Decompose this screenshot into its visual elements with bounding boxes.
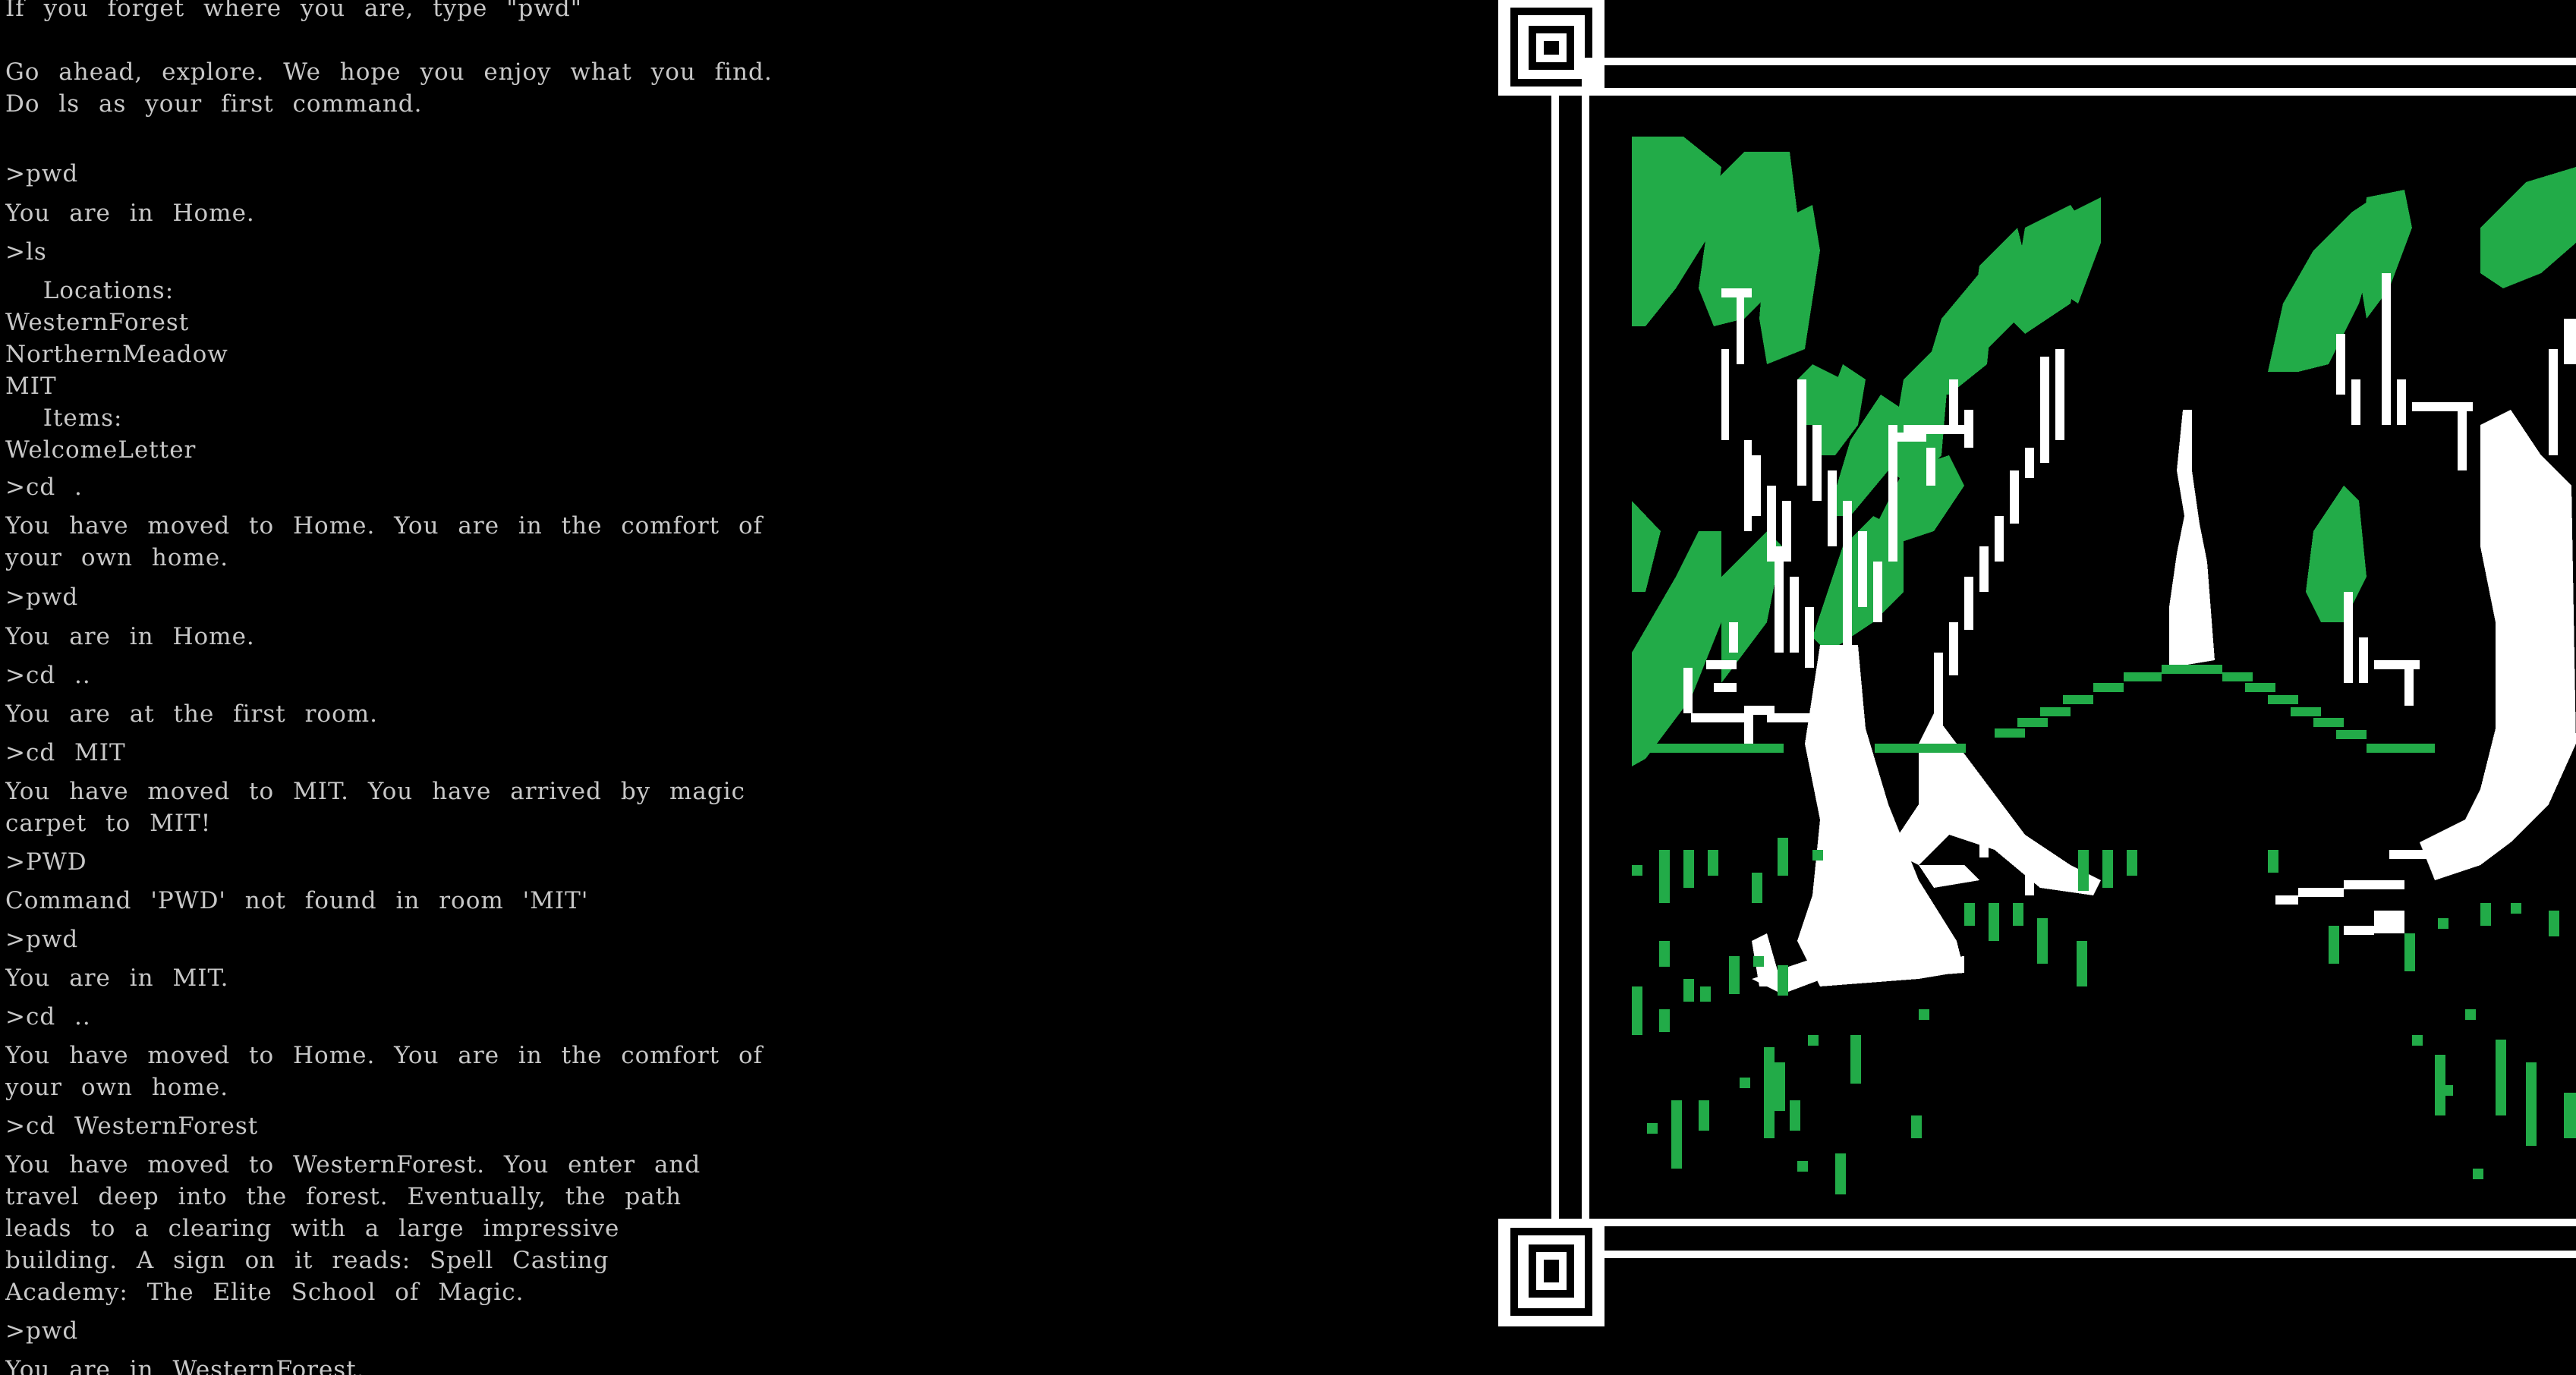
terminal-line: carpet to MIT! xyxy=(5,810,212,837)
terminal-output: If you forget where you are, type "pwd" … xyxy=(5,0,1447,1375)
terminal-line: You are in WesternForest. xyxy=(5,1356,365,1375)
terminal-line: Go ahead, explore. We hope you enjoy wha… xyxy=(5,58,773,86)
terminal-line: Items: xyxy=(5,404,123,432)
terminal-prompt: >cd MIT xyxy=(5,739,126,766)
terminal-line: You are in Home. xyxy=(5,200,255,227)
terminal-line: You are at the first room. xyxy=(5,700,378,728)
terminal-line: You are in Home. xyxy=(5,623,255,650)
terminal-prompt: >cd . xyxy=(5,474,83,501)
terminal-prompt: >pwd xyxy=(5,926,79,953)
terminal-line: You have moved to Home. You are in the c… xyxy=(5,512,764,540)
terminal-prompt: >pwd xyxy=(5,160,79,187)
terminal-line: your own home. xyxy=(5,544,229,571)
terminal-line: travel deep into the forest. Eventually,… xyxy=(5,1183,682,1210)
frame-corner-top-left xyxy=(1498,0,1604,96)
terminal-prompt: >ls xyxy=(5,238,47,266)
terminal-line: You have moved to WesternForest. You ent… xyxy=(5,1151,701,1178)
terminal-line: Academy: The Elite School of Magic. xyxy=(5,1279,524,1306)
terminal-line: Locations: xyxy=(5,277,175,304)
terminal-line: If you forget where you are, type "pwd" xyxy=(5,0,582,22)
terminal-prompt: >pwd xyxy=(5,1317,79,1345)
terminal-prompt: >cd .. xyxy=(5,662,91,689)
terminal-prompt: >pwd xyxy=(5,584,79,611)
terminal-line: MIT xyxy=(5,373,57,400)
frame-corner-bottom-left xyxy=(1498,1219,1604,1326)
terminal-line: Command 'PWD' not found in room 'MIT' xyxy=(5,887,589,914)
terminal-prompt: >cd WesternForest xyxy=(5,1112,259,1140)
game-screen: If you forget where you are, type "pwd" … xyxy=(0,0,2576,1375)
terminal-line: Do ls as your first command. xyxy=(5,90,423,118)
terminal-line: WesternForest xyxy=(5,309,190,336)
terminal-line: leads to a clearing with a large impress… xyxy=(5,1215,620,1242)
forest-illustration xyxy=(1494,0,2576,1375)
terminal-line: You have moved to Home. You are in the c… xyxy=(5,1042,764,1069)
terminal-line: your own home. xyxy=(5,1074,229,1101)
terminal-line: You are in MIT. xyxy=(5,964,229,992)
terminal-prompt: >PWD xyxy=(5,848,87,876)
terminal-line: NorthernMeadow xyxy=(5,341,228,368)
terminal-line: You have moved to MIT. You have arrived … xyxy=(5,778,746,805)
terminal-line: WelcomeLetter xyxy=(5,436,197,464)
terminal-prompt: >cd .. xyxy=(5,1003,91,1030)
terminal-line: building. A sign on it reads: Spell Cast… xyxy=(5,1247,609,1274)
